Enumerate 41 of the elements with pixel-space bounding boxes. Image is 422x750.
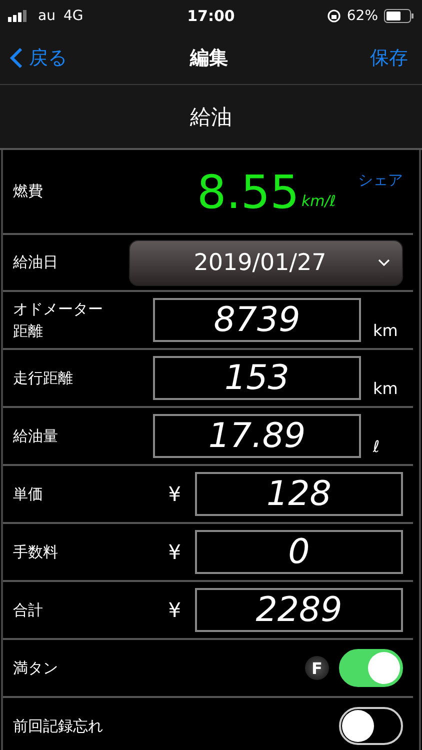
section-title: 給油 (190, 104, 232, 130)
toggle-switch[interactable] (339, 649, 403, 687)
status-time: 17:00 (187, 7, 235, 25)
toggle-switch[interactable] (339, 707, 403, 745)
network-label: 4G (63, 8, 84, 24)
field-label: 単価 (13, 484, 44, 505)
chevron-down-icon (378, 258, 390, 266)
input-field[interactable]: 128 (195, 472, 403, 516)
fuel-economy-value: 8.55 (197, 164, 300, 218)
unit-label: km/ℓ (301, 192, 336, 210)
battery-icon (384, 9, 414, 23)
share-link[interactable]: シェア (358, 171, 403, 190)
field-label: 前回記録忘れ (13, 716, 104, 737)
chevron-left-icon (10, 47, 23, 69)
field-label: 給油日 (13, 252, 59, 274)
input-field[interactable]: 0 (195, 530, 403, 574)
unit-label: km (373, 379, 398, 398)
currency-label: ¥ (168, 482, 181, 506)
rotation-lock-icon (326, 9, 341, 23)
back-button[interactable]: 戻る (10, 45, 190, 71)
field-label: 走行距離 (13, 368, 73, 389)
full-tank-badge: F (305, 656, 329, 680)
input-field[interactable]: 8739 (153, 298, 361, 342)
unit-label: km (373, 321, 398, 340)
field-label: 手数料 (13, 542, 59, 563)
field-label: オドメーター距離 (13, 298, 104, 342)
nav-title: 編集 (190, 46, 228, 71)
currency-label: ¥ (168, 540, 181, 564)
field-label: 給油量 (13, 426, 58, 447)
date-picker[interactable]: 2019/01/27 (129, 240, 403, 286)
field-label: 合計 (13, 600, 44, 621)
unit-label: ℓ (373, 437, 380, 456)
input-field[interactable]: 153 (153, 356, 361, 400)
currency-label: ¥ (168, 598, 181, 622)
save-button[interactable]: 保存 (228, 45, 408, 71)
carrier-label: au (38, 8, 56, 24)
battery-percent: 62% (346, 8, 378, 24)
field-label: 燃費 (13, 181, 44, 202)
input-field[interactable]: 17.89 (153, 414, 361, 458)
input-field[interactable]: 2289 (195, 588, 403, 632)
field-label: 満タン (13, 658, 59, 679)
